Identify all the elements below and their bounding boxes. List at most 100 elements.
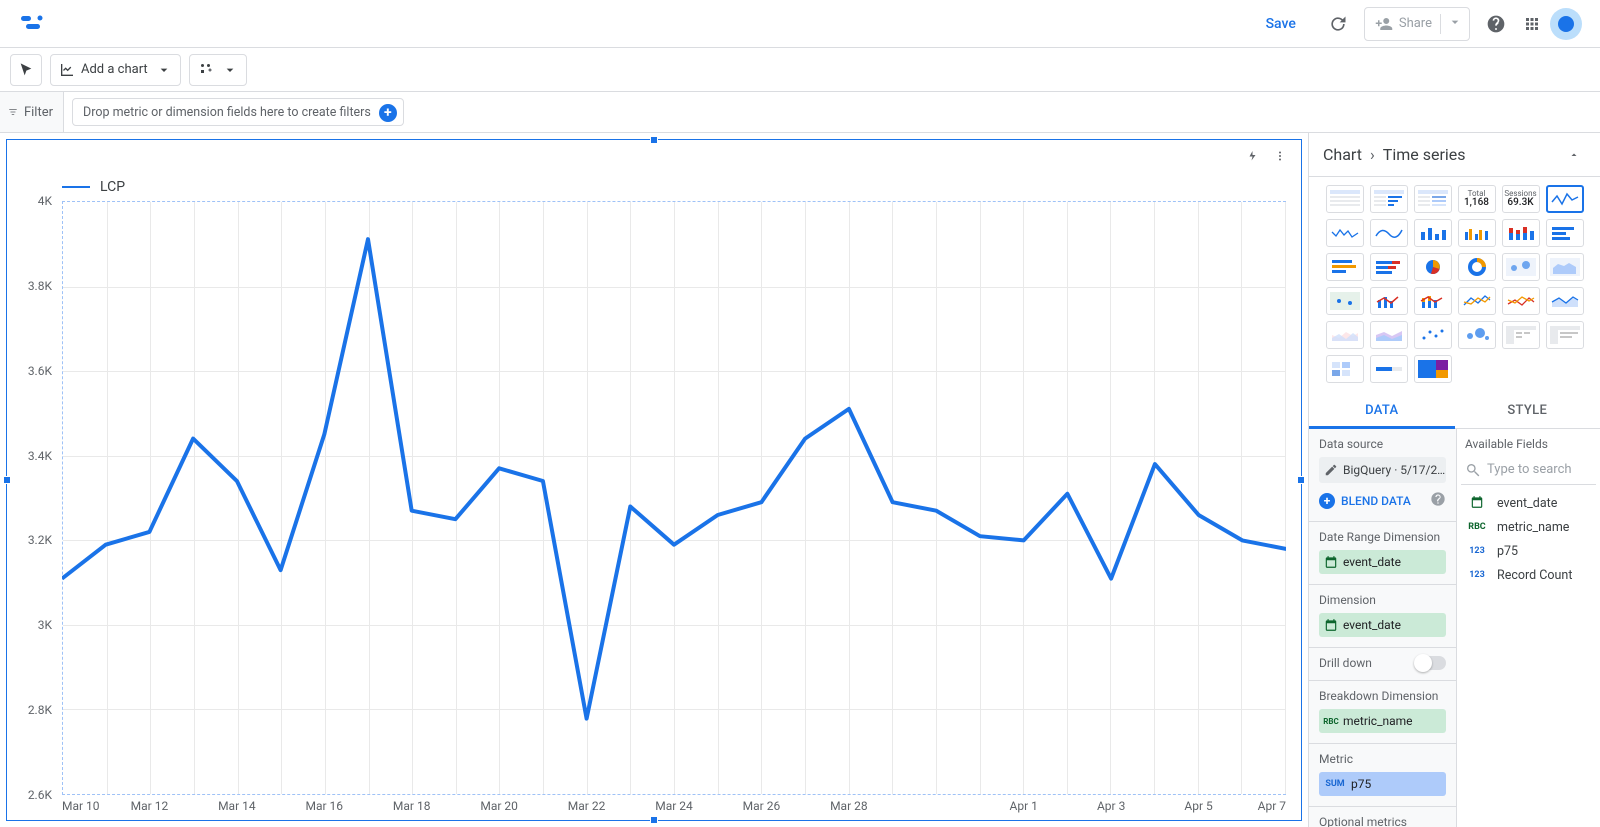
tab-data[interactable]: DATA <box>1309 393 1455 429</box>
breakdown-field[interactable]: RBC metric_name <box>1319 709 1446 733</box>
thumb-hbar2[interactable] <box>1326 253 1364 281</box>
optional-metrics-row: Optional metrics <box>1309 807 1456 827</box>
data-config: Data source BigQuery · 5/17/2… + BLEND D… <box>1309 429 1457 827</box>
chart-menu[interactable] <box>1268 144 1292 168</box>
metric-field[interactable]: SUM p75 <box>1319 772 1446 796</box>
chart-icon <box>59 62 75 78</box>
thumb-table-heat[interactable] <box>1414 185 1452 213</box>
thumb-hstack[interactable] <box>1370 253 1408 281</box>
thumb-table[interactable] <box>1326 185 1364 213</box>
add-chart-button[interactable]: Add a chart <box>50 54 181 86</box>
thumb-pie[interactable] <box>1414 253 1452 281</box>
thumb-area[interactable] <box>1546 287 1584 315</box>
chart-quick-action[interactable] <box>1240 144 1264 168</box>
thumb-scatter[interactable] <box>1414 321 1452 349</box>
available-fields: Available Fields Type to search event_da… <box>1457 429 1600 827</box>
filter-dropzone[interactable]: Drop metric or dimension fields here to … <box>72 98 404 126</box>
thumb-line[interactable] <box>1546 185 1584 213</box>
add-chart-label: Add a chart <box>81 62 148 77</box>
thumb-bullet[interactable] <box>1370 355 1408 383</box>
community-icon <box>198 61 216 79</box>
more-vert-icon <box>1274 148 1286 164</box>
person-add-icon <box>1375 15 1393 33</box>
dimension-heading: Dimension <box>1319 593 1446 607</box>
thumb-map[interactable] <box>1326 287 1364 315</box>
properties-panel: Chart › Time series Total1,168 Sessions6… <box>1308 133 1600 827</box>
thumb-scorecard-a[interactable]: Total1,168 <box>1458 185 1496 213</box>
date-range-field[interactable]: event_date <box>1319 550 1446 574</box>
field-item[interactable]: 123Record Count <box>1465 563 1592 587</box>
thumb-stacked-combo[interactable] <box>1414 287 1452 315</box>
thumb-geo-fill[interactable] <box>1546 253 1584 281</box>
report-canvas[interactable]: LCP 4K3.8K3.6K3.4K3.2K3K2.8K2.6K Mar 10M… <box>0 133 1308 827</box>
thumb-combo[interactable] <box>1370 287 1408 315</box>
resize-handle-w[interactable] <box>3 476 11 484</box>
thumb-area2[interactable] <box>1326 321 1364 349</box>
thumb-bubble[interactable] <box>1458 321 1496 349</box>
thumb-multiline2[interactable] <box>1502 287 1540 315</box>
calendar-icon <box>1324 618 1338 632</box>
tab-style[interactable]: STYLE <box>1455 393 1600 428</box>
data-source-chip[interactable]: BigQuery · 5/17/2… <box>1319 457 1446 483</box>
share-button[interactable]: Share <box>1364 7 1470 41</box>
field-search[interactable]: Type to search <box>1461 455 1596 485</box>
field-item[interactable]: RBCmetric_name <box>1465 515 1592 539</box>
app-bar: Save Share <box>0 0 1600 48</box>
thumb-pivot[interactable] <box>1502 321 1540 349</box>
thumb-grouped-bar[interactable] <box>1458 219 1496 247</box>
blend-data-link[interactable]: + BLEND DATA <box>1319 493 1411 509</box>
resize-handle-e[interactable] <box>1297 476 1305 484</box>
thumb-scorecard-b[interactable]: Sessions69.3K <box>1502 185 1540 213</box>
help-button[interactable] <box>1478 6 1514 42</box>
panel-breadcrumb: Chart › Time series <box>1323 145 1466 164</box>
help-icon <box>1486 14 1506 34</box>
edit-toolbar: Add a chart <box>0 48 1600 92</box>
thumb-hbar[interactable] <box>1546 219 1584 247</box>
thumb-geo-bubble[interactable] <box>1502 253 1540 281</box>
chart-plot: 4K3.8K3.6K3.4K3.2K3K2.8K2.6K Mar 10Mar 1… <box>14 201 1290 817</box>
time-series-chart[interactable]: LCP 4K3.8K3.6K3.4K3.2K3K2.8K2.6K Mar 10M… <box>12 143 1296 817</box>
dimension-field[interactable]: event_date <box>1319 613 1446 637</box>
save-link[interactable]: Save <box>1266 16 1296 32</box>
panel-tabs: DATA STYLE <box>1309 393 1600 429</box>
thumb-table-bars[interactable] <box>1370 185 1408 213</box>
filter-bar: Filter Drop metric or dimension fields h… <box>0 92 1600 133</box>
community-viz-button[interactable] <box>189 54 247 86</box>
chevron-up-icon <box>1568 146 1580 164</box>
chevron-down-icon <box>156 62 172 78</box>
add-filter-icon[interactable]: + <box>379 104 397 122</box>
resize-handle-s[interactable] <box>650 816 658 824</box>
available-fields-heading: Available Fields <box>1465 437 1592 451</box>
chart-type-gallery: Total1,168 Sessions69.3K <box>1309 177 1600 389</box>
refresh-button[interactable] <box>1320 6 1356 42</box>
breakdown-heading: Breakdown Dimension <box>1319 689 1446 703</box>
data-source-heading: Data source <box>1319 437 1446 451</box>
apps-button[interactable] <box>1514 6 1550 42</box>
thumb-bar[interactable] <box>1414 219 1452 247</box>
product-logo <box>18 10 46 38</box>
thumb-stacked-bar[interactable] <box>1502 219 1540 247</box>
thumb-smoothline[interactable] <box>1370 219 1408 247</box>
share-dropdown-caret[interactable] <box>1440 14 1463 34</box>
field-item[interactable]: 123p75 <box>1465 539 1592 563</box>
bolt-icon <box>1246 148 1258 164</box>
thumb-spark[interactable] <box>1326 219 1364 247</box>
pencil-icon <box>1324 463 1338 477</box>
drill-down-toggle[interactable] <box>1416 656 1446 670</box>
thumb-multiline[interactable] <box>1458 287 1496 315</box>
filter-icon <box>8 104 18 120</box>
thumb-stacked-area[interactable] <box>1370 321 1408 349</box>
account-avatar[interactable] <box>1550 8 1582 40</box>
chart-legend: LCP <box>12 169 1296 201</box>
thumb-donut[interactable] <box>1458 253 1496 281</box>
select-tool[interactable] <box>10 54 42 86</box>
thumb-treemap[interactable] <box>1414 355 1452 383</box>
chevron-down-icon <box>222 62 238 78</box>
share-label: Share <box>1399 16 1432 31</box>
apps-icon <box>1523 15 1541 33</box>
thumb-pivot-heat[interactable] <box>1326 355 1364 383</box>
panel-collapse[interactable] <box>1562 143 1586 167</box>
field-item[interactable]: event_date <box>1465 491 1592 515</box>
blend-help-icon[interactable] <box>1430 491 1446 511</box>
thumb-pivot2[interactable] <box>1546 321 1584 349</box>
